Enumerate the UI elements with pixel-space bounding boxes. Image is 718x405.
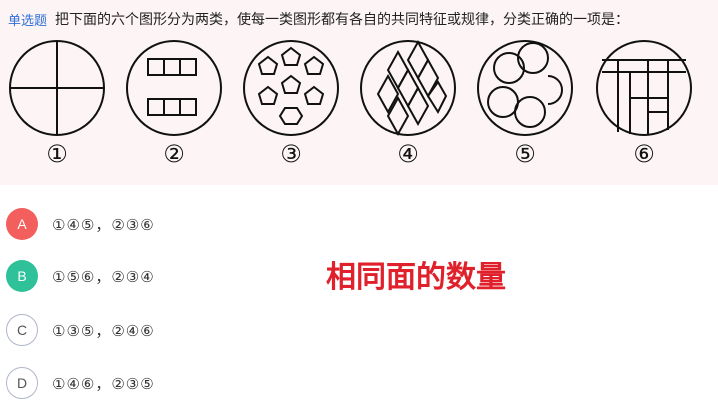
figure-6 — [596, 40, 692, 136]
figure-label-1: ① — [46, 140, 68, 168]
option-a[interactable]: A ①④⑤，②③⑥ — [6, 207, 155, 241]
option-b-badge[interactable]: B — [6, 260, 38, 292]
question-panel: 单选题 把下面的六个图形分为两类，使每一类图形都有各自的共同特征或规律，分类正确… — [0, 0, 718, 185]
figure-5 — [477, 40, 573, 136]
question-type-tag: 单选题 — [8, 13, 48, 29]
figure-1 — [9, 40, 105, 136]
option-c-text: ①③⑤，②④⑥ — [52, 321, 155, 340]
option-d-text: ①④⑥，②③⑤ — [52, 374, 155, 393]
option-a-badge[interactable]: A — [6, 208, 38, 240]
figure-strip: ① ② ③ ④ ⑤ ⑥ — [0, 32, 718, 172]
answer-note: 相同面的数量 — [326, 260, 506, 295]
figure-3 — [243, 40, 339, 136]
figure-label-2: ② — [163, 140, 185, 168]
option-b[interactable]: B ①⑤⑥，②③④ — [6, 259, 155, 293]
figure-label-4: ④ — [397, 140, 419, 168]
figures-svg: ① ② ③ ④ ⑤ ⑥ — [9, 39, 692, 168]
figure-label-3: ③ — [280, 140, 302, 168]
option-d[interactable]: D ①④⑥，②③⑤ — [6, 366, 155, 400]
option-b-text: ①⑤⑥，②③④ — [52, 267, 155, 286]
option-c[interactable]: C ①③⑤，②④⑥ — [6, 313, 155, 347]
figure-label-6: ⑥ — [633, 140, 655, 168]
option-a-text: ①④⑤，②③⑥ — [52, 215, 155, 234]
question-header: 单选题 把下面的六个图形分为两类，使每一类图形都有各自的共同特征或规律，分类正确… — [8, 8, 712, 30]
question-text: 把下面的六个图形分为两类，使每一类图形都有各自的共同特征或规律，分类正确的一项是… — [55, 12, 630, 28]
figure-2 — [126, 40, 222, 136]
figure-label-5: ⑤ — [514, 140, 536, 168]
figure-4 — [360, 39, 456, 137]
option-d-badge[interactable]: D — [6, 367, 38, 399]
option-c-badge[interactable]: C — [6, 314, 38, 346]
